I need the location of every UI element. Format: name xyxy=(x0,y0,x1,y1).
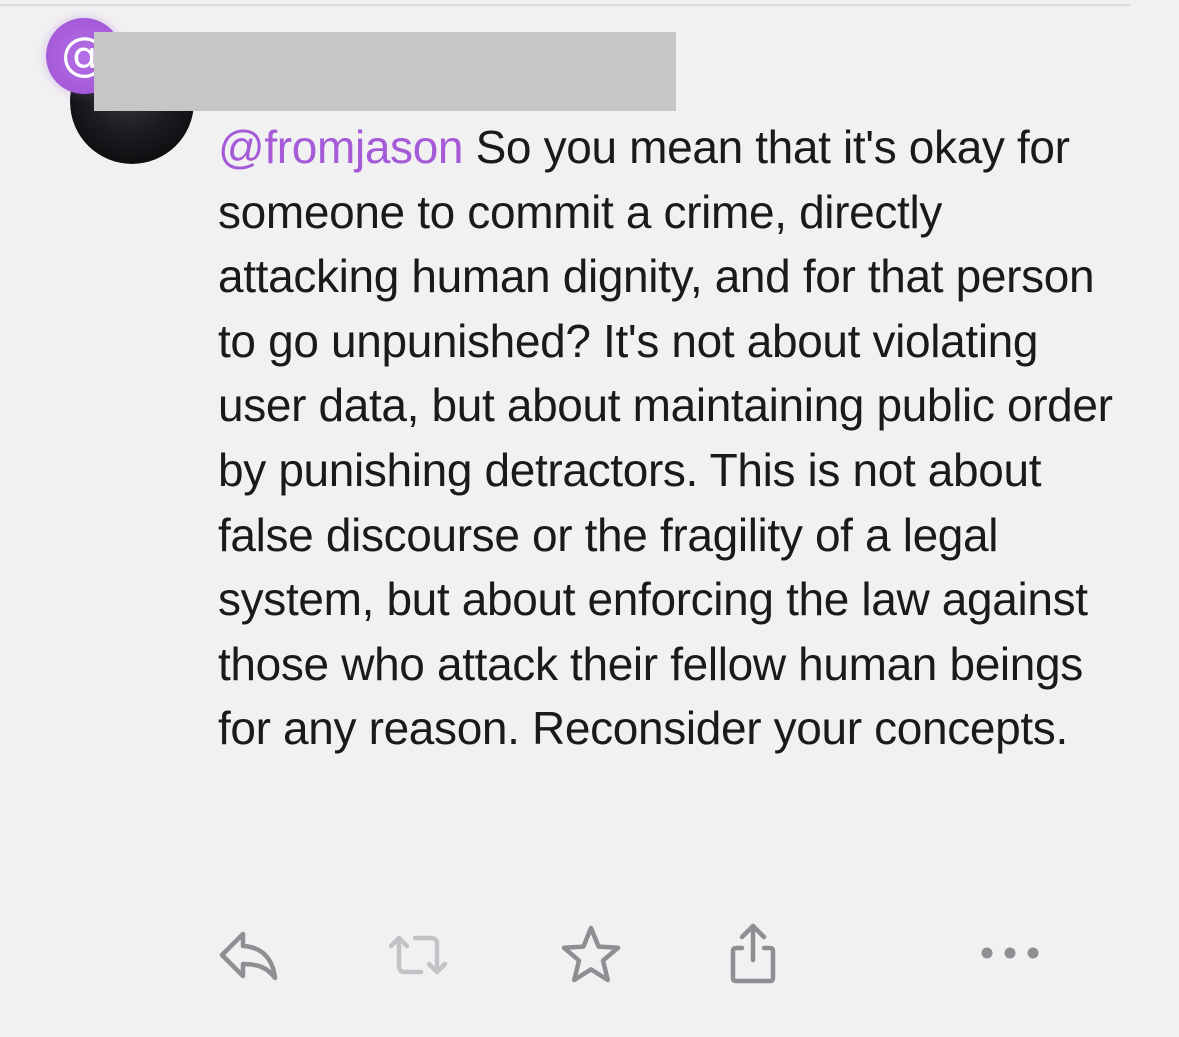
repost-icon xyxy=(388,935,448,975)
post-body: @fromjason So you mean that it's okay fo… xyxy=(218,115,1118,761)
post-action-bar xyxy=(0,920,1179,990)
reply-handle-link[interactable]: @fromjason xyxy=(218,121,464,173)
reply-button[interactable] xyxy=(213,920,283,990)
reply-icon xyxy=(219,931,278,981)
redacted-username xyxy=(94,32,676,111)
share-icon xyxy=(730,923,776,984)
more-icon xyxy=(981,947,1039,959)
more-button[interactable] xyxy=(976,920,1046,990)
top-divider xyxy=(0,4,1130,6)
favorite-button[interactable] xyxy=(556,920,626,990)
repost-button[interactable] xyxy=(383,920,453,990)
star-icon xyxy=(561,925,621,983)
share-button[interactable] xyxy=(718,920,788,990)
post-text: So you mean that it's okay for someone t… xyxy=(218,121,1113,755)
